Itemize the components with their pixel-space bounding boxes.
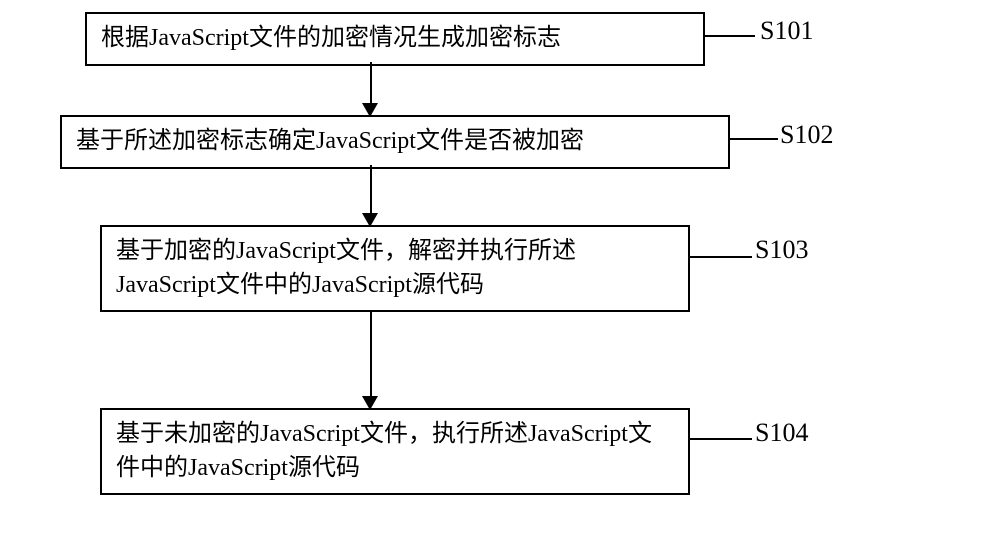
label-connector-1 xyxy=(705,35,755,37)
step-box-3: 基于加密的JavaScript文件，解密并执行所述JavaScript文件中的J… xyxy=(100,225,690,312)
step-label-2: S102 xyxy=(780,120,833,150)
step-box-1: 根据JavaScript文件的加密情况生成加密标志 xyxy=(85,12,705,66)
step-text-4: 基于未加密的JavaScript文件，执行所述JavaScript文件中的Jav… xyxy=(116,421,652,481)
arrow-3 xyxy=(370,311,372,396)
step-label-4: S104 xyxy=(755,418,808,448)
step-text-3: 基于加密的JavaScript文件，解密并执行所述JavaScript文件中的J… xyxy=(116,238,576,298)
label-connector-3 xyxy=(690,256,752,258)
step-box-4: 基于未加密的JavaScript文件，执行所述JavaScript文件中的Jav… xyxy=(100,408,690,495)
step-text-2: 基于所述加密标志确定JavaScript文件是否被加密 xyxy=(76,128,584,154)
step-label-1: S101 xyxy=(760,16,813,46)
arrow-2 xyxy=(370,165,372,213)
label-connector-4 xyxy=(690,438,752,440)
label-connector-2 xyxy=(730,138,778,140)
step-label-3: S103 xyxy=(755,235,808,265)
arrow-1 xyxy=(370,62,372,103)
step-text-1: 根据JavaScript文件的加密情况生成加密标志 xyxy=(101,25,561,51)
flowchart-container: 根据JavaScript文件的加密情况生成加密标志 S101 基于所述加密标志确… xyxy=(0,0,1000,540)
step-box-2: 基于所述加密标志确定JavaScript文件是否被加密 xyxy=(60,115,730,169)
